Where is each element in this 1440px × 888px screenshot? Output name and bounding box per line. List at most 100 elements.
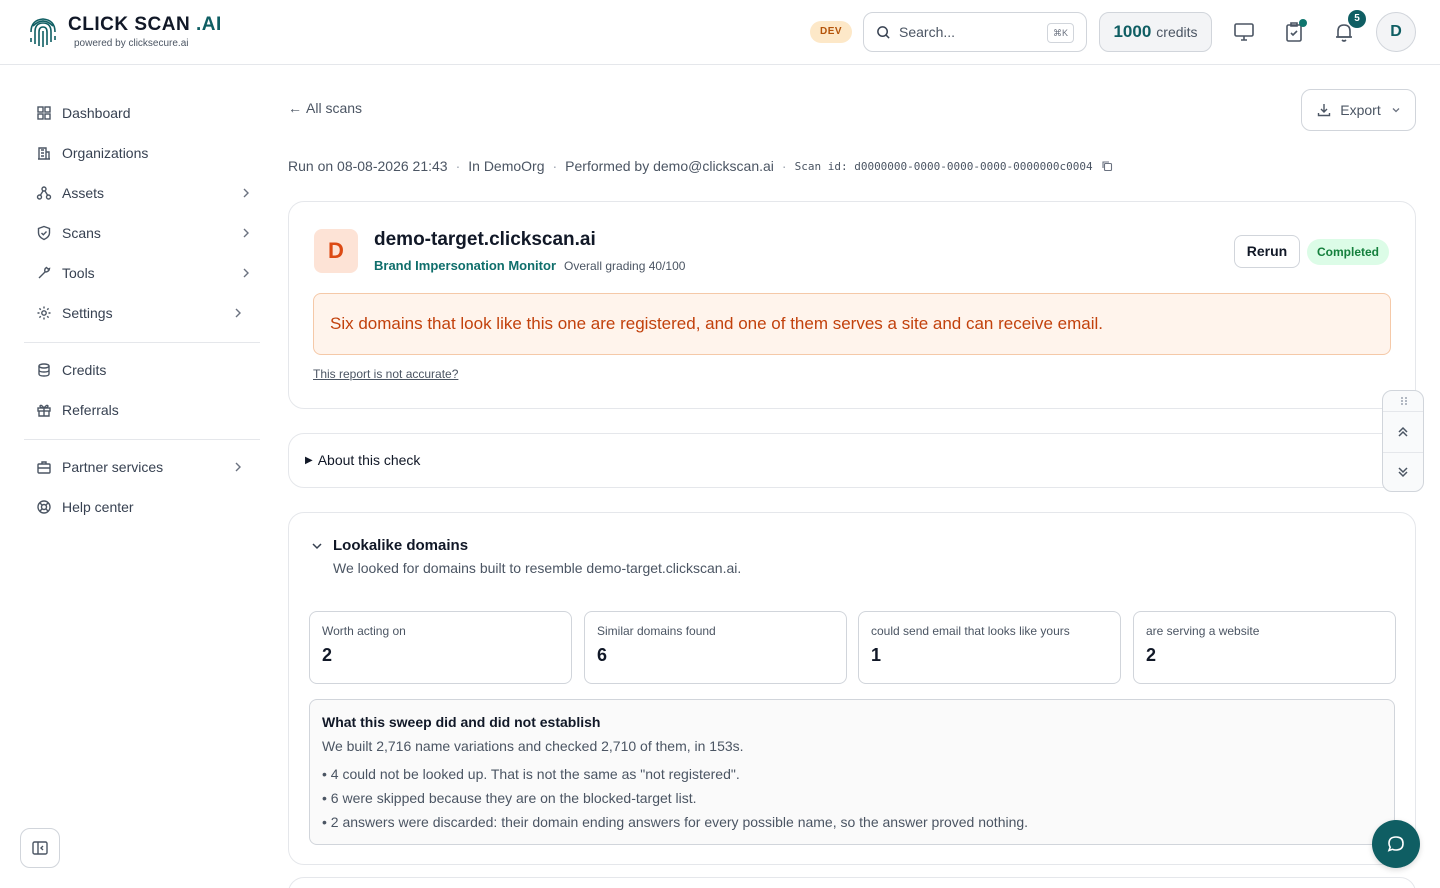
sidebar-item-label: Dashboard [62, 105, 131, 121]
export-button[interactable]: Export [1301, 89, 1416, 131]
caret-right-icon: ▶ [305, 454, 313, 466]
grip-icon[interactable] [1398, 396, 1410, 406]
sidebar-divider [24, 439, 260, 440]
assets-icon [36, 186, 52, 200]
scan-id: Scan id: d0000000-0000-0000-0000-0000000… [794, 159, 1093, 173]
chevrons-down-icon[interactable] [1396, 465, 1410, 479]
sidebar-item-scans[interactable]: Scans [24, 215, 260, 251]
brand-tagline: powered by clicksecure.ai [74, 38, 189, 49]
sidebar-item-label: Organizations [62, 145, 149, 161]
scroll-helper [1382, 390, 1424, 492]
chat-button[interactable] [1372, 820, 1420, 868]
scan-meta: Run on 08-08-2026 21:43 · In DemoOrg · P… [288, 156, 1113, 176]
panel-left-icon [32, 841, 48, 855]
lookalike-section-toggle[interactable]: Lookalike domains [311, 537, 468, 554]
overall-grading: Overall grading 40/100 [564, 259, 686, 273]
coins-icon [38, 363, 50, 377]
chevron-right-icon [235, 462, 241, 472]
run-date: Run on 08-08-2026 21:43 [288, 158, 448, 174]
scan-result-card: D demo-target.clickscan.ai Brand Imperso… [288, 201, 1416, 409]
stat-value: 2 [322, 645, 333, 665]
sweep-title: What this sweep did and did not establis… [322, 714, 601, 730]
sidebar-item-label: Assets [62, 185, 105, 201]
separator-dot: · [781, 158, 787, 174]
sidebar-item-label: Referrals [62, 402, 119, 418]
stat-label: are serving a website [1146, 624, 1260, 638]
section-description: We looked for domains built to resemble … [333, 560, 742, 576]
stat-value: 2 [1146, 645, 1157, 665]
notification-count-badge: 5 [1348, 10, 1366, 28]
back-to-all-scans-link[interactable]: ← All scans [288, 100, 362, 116]
monitor-icon[interactable] [1232, 20, 1256, 44]
org-name: In DemoOrg [468, 158, 545, 174]
sweep-summary: We built 2,716 name variations and check… [322, 738, 744, 754]
stat-value: 6 [597, 645, 608, 665]
credits-amount: 1000 [1113, 22, 1152, 41]
sidebar-item-dashboard[interactable]: Dashboard [24, 95, 260, 131]
back-link-label: All scans [306, 100, 363, 116]
separator-dot: · [552, 158, 558, 174]
stat-label: Worth acting on [322, 624, 406, 638]
status-badge: Completed [1307, 239, 1390, 265]
chevron-down-icon [312, 542, 322, 549]
divider [1383, 411, 1423, 412]
sidebar-collapse-button[interactable] [20, 828, 60, 868]
sweep-bullet: • 6 were skipped because they are on the… [322, 790, 697, 806]
copy-icon[interactable] [1101, 160, 1113, 172]
sidebar-item-label: Settings [62, 305, 113, 321]
sidebar-item-help-center[interactable]: Help center [24, 489, 260, 525]
chevron-right-icon [243, 228, 249, 238]
target-avatar: D [314, 229, 358, 273]
sidebar-item-assets[interactable]: Assets [24, 175, 260, 211]
sweep-notes: What this sweep did and did not establis… [309, 699, 1395, 845]
building-icon [38, 147, 50, 160]
gear-icon [37, 306, 51, 320]
top-bar: CLICK SCAN .AI powered by clicksecure.ai… [0, 0, 1440, 65]
credits-button[interactable]: 1000 credits [1099, 12, 1212, 52]
chevron-down-icon [1392, 108, 1400, 113]
sidebar-item-settings[interactable]: Settings [24, 295, 260, 331]
sidebar-item-referrals[interactable]: Referrals [24, 392, 260, 428]
separator-dot: · [455, 158, 461, 174]
sidebar: Dashboard Organizations Assets Scans Too… [0, 65, 272, 888]
sidebar-item-tools[interactable]: Tools [24, 255, 260, 291]
stat-label: Similar domains found [597, 624, 716, 638]
sidebar-item-credits[interactable]: Credits [24, 352, 260, 388]
sidebar-item-label: Partner services [62, 459, 164, 475]
divider [1383, 452, 1423, 453]
brand-title: CLICK SCAN .AI [68, 14, 222, 35]
search-box[interactable]: ⌘K [863, 12, 1087, 52]
about-check-card[interactable]: ▶ About this check [288, 433, 1416, 488]
chat-bubble-icon [1387, 836, 1404, 852]
env-badge: DEV [810, 21, 853, 43]
user-avatar[interactable]: D [1376, 12, 1416, 52]
export-label: Export [1340, 102, 1381, 118]
brand-logo[interactable]: CLICK SCAN .AI powered by clicksecure.ai [28, 13, 222, 51]
briefcase-icon [37, 461, 51, 474]
shortcut-hint: ⌘K [1046, 23, 1074, 43]
about-check-toggle[interactable]: ▶ About this check [305, 452, 420, 468]
arrow-left-icon: ← [288, 100, 302, 116]
report-feedback-link[interactable]: This report is not accurate? [313, 367, 458, 381]
performed-by: Performed by demo@clickscan.ai [565, 158, 774, 174]
sidebar-item-label: Help center [62, 499, 134, 515]
sidebar-item-organizations[interactable]: Organizations [24, 135, 260, 171]
sidebar-item-label: Credits [62, 362, 107, 378]
chevrons-up-icon[interactable] [1396, 425, 1410, 439]
stat-card: are serving a website 2 [1133, 611, 1396, 684]
search-input[interactable] [899, 24, 1039, 40]
stat-value: 1 [871, 645, 882, 665]
sweep-bullet: • 2 answers were discarded: their domain… [322, 814, 1029, 830]
sidebar-item-label: Tools [62, 265, 95, 281]
stat-label: could send email that looks like yours [871, 624, 1070, 638]
shield-icon [37, 225, 51, 241]
stat-card: Worth acting on 2 [309, 611, 572, 684]
gift-icon [37, 404, 51, 417]
stat-card: could send email that looks like yours 1 [858, 611, 1121, 684]
section-title: Lookalike domains [333, 537, 469, 554]
sidebar-item-partner-services[interactable]: Partner services [24, 449, 260, 485]
rerun-button[interactable]: Rerun [1234, 235, 1300, 268]
dashboard-icon [37, 106, 51, 120]
sidebar-divider [24, 342, 260, 343]
monitor-name[interactable]: Brand Impersonation Monitor [374, 258, 556, 273]
